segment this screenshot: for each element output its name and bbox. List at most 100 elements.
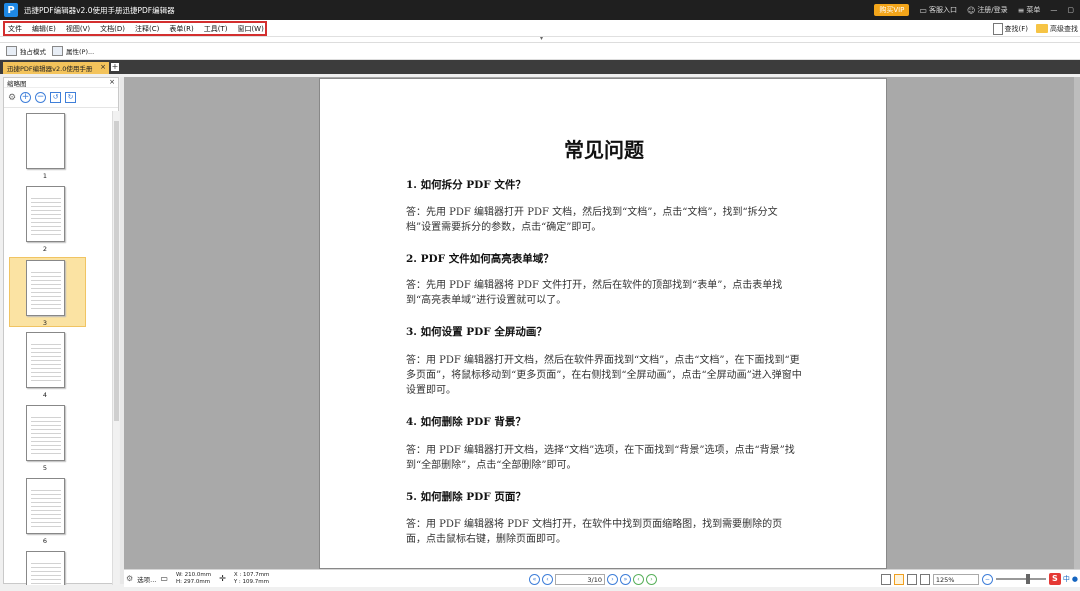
page-number-input[interactable]: 3/10	[555, 573, 605, 585]
user-icon: ☺	[966, 5, 976, 15]
page-dimensions: W: 210.0mm H: 297.0mm	[175, 572, 212, 585]
thumbnail-content	[31, 341, 61, 381]
page-size-icon: ▭	[160, 574, 168, 583]
title-bar: P 迅捷PDF编辑器v2.0使用手册迅捷PDF编辑器 购买VIP ▭ 客服入口 …	[0, 0, 1080, 20]
answer-text: 答：先用 PDF 编辑器打开 PDF 文档，然后找到“文档”，点击“文档”，找到…	[406, 207, 778, 233]
menu-edit[interactable]: 编辑(E)	[32, 24, 56, 34]
menu-items: 文件 编辑(E) 视图(V) 文档(D) 注释(C) 表单(R) 工具(T) 窗…	[8, 22, 264, 35]
toolbar: 独占模式 属性(P)...	[0, 43, 1080, 60]
minimize-button[interactable]: —	[1050, 6, 1057, 14]
ime-toolbar[interactable]: S 中 ●	[1048, 573, 1078, 585]
tab-close-icon[interactable]: ×	[100, 63, 106, 71]
answer-text: 答：用 PDF 编辑器将 PDF 文档打开，在软件中找到页面缩略图，找到需要删除…	[406, 519, 783, 545]
sogou-ime-icon: S	[1048, 573, 1061, 585]
thumbnail-content	[31, 414, 61, 454]
page-navigation: « ‹ 3/10 › » ‹ ›	[529, 572, 657, 586]
folder-search-icon	[1036, 24, 1048, 33]
collapse-arrow-icon[interactable]: ▾	[540, 35, 543, 42]
facing-view-icon[interactable]	[906, 573, 917, 585]
microphone-icon: ●	[1071, 575, 1078, 583]
zoom-out-icon[interactable]: −	[35, 92, 47, 103]
answer-text: 答：用 PDF 编辑器打开文档，选择“文档”选项，在下面找到“背景”选项，点击“…	[406, 445, 795, 471]
question-heading: 1. 如何拆分 PDF 文件？	[406, 179, 526, 191]
chat-icon: ▭	[919, 5, 927, 15]
answer-text: 答：用 PDF 编辑器打开文档，然后在软件界面找到“文档”，点击“文档”，在下面…	[406, 355, 802, 396]
document-scrollbar[interactable]	[1074, 77, 1080, 569]
rotate-right-icon[interactable]: ↻	[65, 92, 77, 103]
last-page-icon[interactable]: »	[620, 573, 631, 585]
tab-document[interactable]: 迅捷PDF编辑器v2.0使用手册 ×	[3, 62, 109, 74]
status-bar: ⚙ 选项... ▭ W: 210.0mm H: 297.0mm ✛ X : 10…	[124, 569, 1080, 587]
thumbnail-page[interactable]	[26, 186, 65, 242]
forward-view-icon[interactable]: ›	[646, 573, 657, 585]
app-logo-icon: P	[4, 3, 18, 17]
continuous-view-icon[interactable]	[893, 573, 904, 585]
thumbnail-list: 1 2 3 4 5 6	[4, 111, 112, 585]
menu-document[interactable]: 文档(D)	[100, 24, 125, 34]
restore-button[interactable]: ▢	[1067, 6, 1074, 14]
question-heading: 5. 如何删除 PDF 页面？	[406, 491, 526, 503]
main-menu-button[interactable]: ≡ 菜单	[1018, 5, 1041, 15]
thumbnail-page-selected[interactable]	[26, 260, 65, 316]
thumbnail-page[interactable]	[26, 405, 65, 461]
advanced-find-button[interactable]: 高级查找	[1036, 24, 1078, 34]
menu-file[interactable]: 文件	[8, 24, 22, 34]
find-button[interactable]: 查找(F)	[992, 22, 1028, 35]
menu-window[interactable]: 窗口(W)	[237, 24, 263, 34]
bottom-strip	[0, 587, 1080, 591]
exclusive-mode-button[interactable]: 独占模式	[6, 46, 46, 56]
thumbnail-number: 4	[42, 391, 48, 399]
zoom-out-button-icon[interactable]: −	[981, 573, 993, 585]
next-page-icon[interactable]: ›	[607, 573, 618, 585]
options-button[interactable]: 选项...	[137, 574, 156, 584]
question-heading: 4. 如何删除 PDF 背景？	[406, 416, 526, 428]
menu-view[interactable]: 视图(V)	[66, 24, 90, 34]
menu-tools[interactable]: 工具(T)	[204, 24, 228, 34]
thumbnail-panel: 缩略图 × ⚙ + − ↺ ↻ 1 2 3 4 5 6	[3, 77, 119, 585]
zoom-slider-knob[interactable]	[1025, 574, 1030, 584]
panel-close-icon[interactable]: ×	[109, 78, 115, 86]
thumbnail-page[interactable]	[26, 551, 65, 585]
back-view-icon[interactable]: ‹	[633, 573, 644, 585]
question-heading: 3. 如何设置 PDF 全屏动画？	[406, 326, 547, 338]
scrollbar-thumb[interactable]	[114, 121, 119, 421]
thumbnail-number: 5	[42, 464, 48, 472]
thumbnail-number: 2	[42, 245, 48, 253]
hamburger-icon: ≡	[1017, 5, 1025, 15]
thumbnail-page[interactable]	[26, 113, 65, 169]
first-page-icon[interactable]: «	[529, 573, 540, 585]
thumbnail-content	[31, 560, 61, 585]
document-tab-bar: 迅捷PDF编辑器v2.0使用手册 × +	[0, 60, 1080, 74]
properties-icon	[52, 46, 63, 56]
question-heading: 2. PDF 文件如何高亮表单域？	[406, 253, 554, 265]
thumbnail-page[interactable]	[26, 478, 65, 534]
thumbnail-number: 6	[42, 537, 48, 545]
thumbnail-content	[31, 269, 61, 309]
login-button[interactable]: ☺ 注册/登录	[967, 5, 1008, 15]
answer-text: 答：先用 PDF 编辑器将 PDF 文件打开，然后在软件的顶部找到“表单”，点击…	[406, 280, 783, 306]
options-gear-icon[interactable]: ⚙	[126, 574, 133, 583]
properties-button[interactable]: 属性(P)...	[52, 46, 94, 56]
find-icon	[992, 22, 1003, 35]
rotate-left-icon[interactable]: ↺	[50, 92, 62, 103]
gear-icon[interactable]: ⚙	[8, 93, 16, 103]
menu-comment[interactable]: 注释(C)	[135, 24, 159, 34]
pdf-page[interactable]: 常见问题 1. 如何拆分 PDF 文件？ 答：先用 PDF 编辑器打开 PDF …	[319, 78, 887, 569]
zoom-level-select[interactable]: 125%	[932, 573, 979, 585]
thumbnail-page[interactable]	[26, 332, 65, 388]
zoom-slider[interactable]	[995, 574, 1046, 584]
document-viewer: 常见问题 1. 如何拆分 PDF 文件？ 答：先用 PDF 编辑器打开 PDF …	[124, 77, 1080, 569]
previous-page-icon[interactable]: ‹	[542, 573, 553, 585]
thumbnail-scrollbar[interactable]	[112, 111, 119, 585]
menu-form[interactable]: 表单(R)	[169, 24, 193, 34]
continuous-facing-view-icon[interactable]	[919, 573, 930, 585]
thumbnail-tools: ⚙ + − ↺ ↻	[4, 88, 118, 108]
thumbnail-number: 1	[42, 172, 48, 180]
buy-vip-button[interactable]: 购买VIP	[874, 4, 910, 16]
customer-service-button[interactable]: ▭ 客服入口	[919, 5, 957, 15]
zoom-in-icon[interactable]: +	[20, 92, 32, 103]
single-page-view-icon[interactable]	[880, 573, 891, 585]
add-tab-button[interactable]: +	[111, 63, 119, 71]
crown-icon	[6, 46, 17, 56]
menubar-right: 查找(F) 高级查找	[992, 20, 1080, 37]
